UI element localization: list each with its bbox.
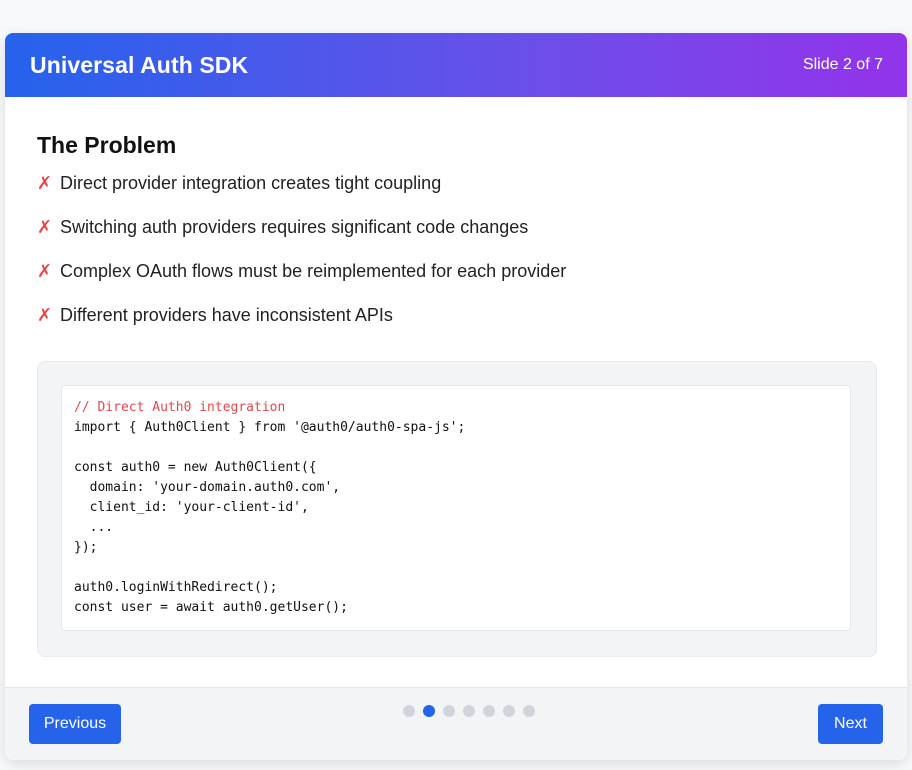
problem-text: Direct provider integration creates tigh… bbox=[60, 173, 442, 193]
code-line: const user = await auth0.getUser(); bbox=[74, 600, 348, 615]
slide-heading: The Problem bbox=[37, 132, 177, 158]
previous-button[interactable]: Previous bbox=[29, 704, 121, 744]
problem-text: Different providers have inconsistent AP… bbox=[60, 305, 393, 325]
slide-indicator bbox=[403, 705, 535, 717]
code-line: auth0.loginWithRedirect(); bbox=[74, 580, 278, 595]
code-block: // Direct Auth0 integration import { Auth… bbox=[61, 385, 851, 631]
slide-dot-7[interactable] bbox=[523, 705, 535, 717]
slide-card: Universal Auth SDK Slide 2 of 7 The Prob… bbox=[5, 33, 907, 760]
cross-icon: ✗ bbox=[37, 261, 53, 281]
slide-header: Universal Auth SDK Slide 2 of 7 bbox=[5, 33, 907, 97]
presentation-title: Universal Auth SDK bbox=[30, 52, 249, 78]
code-listing: // Direct Auth0 integration import { Auth… bbox=[74, 398, 465, 618]
code-line: client_id: 'your-client-id', bbox=[74, 500, 309, 515]
slide-dot-2[interactable] bbox=[423, 705, 435, 717]
code-line: domain: 'your-domain.auth0.com', bbox=[74, 480, 341, 495]
slide-footer: Previous Next bbox=[5, 687, 907, 760]
slide-dot-3[interactable] bbox=[443, 705, 455, 717]
slide-dot-5[interactable] bbox=[483, 705, 495, 717]
problem-text: Complex OAuth flows must be reimplemente… bbox=[60, 261, 567, 281]
cross-icon: ✗ bbox=[37, 217, 53, 237]
cross-icon: ✗ bbox=[37, 173, 53, 193]
code-comment: // Direct Auth0 integration bbox=[74, 400, 286, 415]
code-line: import { Auth0Client } from '@auth0/auth… bbox=[74, 420, 466, 435]
slide-dot-6[interactable] bbox=[503, 705, 515, 717]
problem-item: ✗ Switching auth providers requires signi… bbox=[37, 213, 566, 257]
code-line: const auth0 = new Auth0Client({ bbox=[74, 460, 317, 475]
problem-item: ✗ Complex OAuth flows must be reimplement… bbox=[37, 257, 566, 301]
problem-item: ✗ Direct provider integration creates tig… bbox=[37, 169, 566, 213]
problem-list: ✗ Direct provider integration creates tig… bbox=[37, 169, 566, 345]
slide-dot-4[interactable] bbox=[463, 705, 475, 717]
code-line: ... bbox=[74, 520, 114, 535]
slide-content: The Problem ✗ Direct provider integration… bbox=[37, 129, 875, 325]
slide-dot-1[interactable] bbox=[403, 705, 415, 717]
cross-icon: ✗ bbox=[37, 305, 53, 325]
code-panel: // Direct Auth0 integration import { Auth… bbox=[37, 361, 877, 657]
code-line: }); bbox=[74, 540, 98, 555]
problem-text: Switching auth providers requires signif… bbox=[60, 217, 529, 237]
problem-item: ✗ Different providers have inconsistent A… bbox=[37, 301, 566, 345]
slide-counter: Slide 2 of 7 bbox=[802, 56, 883, 73]
next-button[interactable]: Next bbox=[818, 704, 883, 744]
